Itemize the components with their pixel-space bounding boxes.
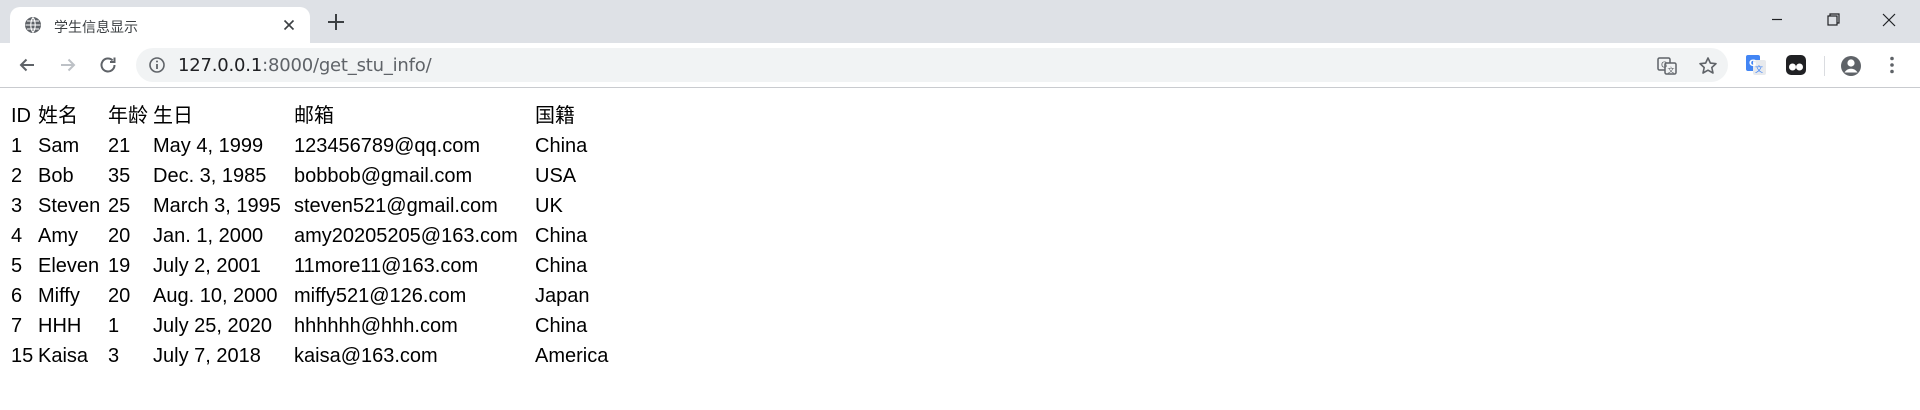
cell-email: amy20205205@163.com xyxy=(294,225,518,247)
cell-age: 1 xyxy=(108,315,120,337)
cell-id: 15 xyxy=(11,345,34,367)
table-row: 15 Kaisa 3 July 7, 2018 kaisa@163.com Am… xyxy=(11,341,635,371)
cell-nationality: China xyxy=(535,135,588,157)
cell-id: 7 xyxy=(11,315,23,337)
svg-text:G: G xyxy=(1661,61,1667,70)
page-content: ID 姓名 年龄 生日 邮箱 国籍 1 Sam 21 May 4, 1999 1… xyxy=(0,89,1920,410)
cell-name: Sam xyxy=(38,135,80,157)
url-text[interactable]: 127.0.0.1:8000/get_stu_info/ xyxy=(178,55,432,76)
cell-nationality: China xyxy=(535,315,588,337)
cell-id: 4 xyxy=(11,225,23,247)
cell-age: 3 xyxy=(108,345,120,367)
url-path: :8000/get_stu_info/ xyxy=(262,55,432,76)
cell-nationality: Japan xyxy=(535,285,590,307)
table-row: 5 Eleven 19 July 2, 2001 11more11@163.co… xyxy=(11,251,635,281)
svg-text:文: 文 xyxy=(1755,64,1763,74)
cell-birthday: May 4, 1999 xyxy=(153,135,264,157)
table-row: 2 Bob 35 Dec. 3, 1985 bobbob@gmail.com U… xyxy=(11,161,635,191)
cell-id: 3 xyxy=(11,195,23,217)
maximize-icon[interactable] xyxy=(1810,0,1856,40)
cell-age: 19 xyxy=(108,255,131,277)
tab-title: 学生信息显示 xyxy=(54,20,138,36)
close-icon[interactable] xyxy=(1866,0,1912,40)
menu-icon[interactable] xyxy=(1880,53,1904,77)
reload-icon[interactable] xyxy=(94,51,122,79)
cell-email: hhhhhh@hhh.com xyxy=(294,315,458,337)
cell-age: 35 xyxy=(108,165,131,187)
cell-email: kaisa@163.com xyxy=(294,345,438,367)
header-id: ID xyxy=(11,105,31,127)
cell-email: 123456789@qq.com xyxy=(294,135,480,157)
table-row: 6 Miffy 20 Aug. 10, 2000 miffy521@126.co… xyxy=(11,281,635,311)
cell-nationality: China xyxy=(535,255,588,277)
cell-email: miffy521@126.com xyxy=(294,285,467,307)
student-info-table: ID 姓名 年龄 生日 邮箱 国籍 1 Sam 21 May 4, 1999 1… xyxy=(11,101,635,371)
browser-tab[interactable]: 学生信息显示 xyxy=(10,7,310,43)
cell-nationality: USA xyxy=(535,165,577,187)
cell-birthday: Jan. 1, 2000 xyxy=(153,225,264,247)
table-header-row: ID 姓名 年龄 生日 邮箱 国籍 xyxy=(11,101,635,131)
cell-name: Steven xyxy=(38,195,101,217)
address-bar[interactable]: 127.0.0.1:8000/get_stu_info/ G 文 xyxy=(136,48,1728,82)
cell-age: 21 xyxy=(108,135,131,157)
table-row: 3 Steven 25 March 3, 1995 steven521@gmai… xyxy=(11,191,635,221)
header-email: 邮箱 xyxy=(294,105,334,127)
cell-id: 1 xyxy=(11,135,23,157)
cell-age: 20 xyxy=(108,225,131,247)
cell-name: Amy xyxy=(38,225,78,247)
toolbar-divider xyxy=(1824,56,1825,76)
cell-email: bobbob@gmail.com xyxy=(294,165,473,187)
header-nationality: 国籍 xyxy=(535,105,575,127)
info-icon[interactable] xyxy=(148,56,166,74)
table-row: 7 HHH 1 July 25, 2020 hhhhhh@hhh.com Chi… xyxy=(11,311,635,341)
table-row: 1 Sam 21 May 4, 1999 123456789@qq.com Ch… xyxy=(11,131,635,161)
back-arrow-icon[interactable] xyxy=(13,51,41,79)
globe-icon xyxy=(25,17,41,33)
tab-close-icon[interactable] xyxy=(280,16,298,34)
header-age: 年龄 xyxy=(108,105,148,127)
minimize-icon[interactable] xyxy=(1754,0,1800,40)
browser-toolbar: 127.0.0.1:8000/get_stu_info/ G 文 G 文 xyxy=(0,43,1920,88)
cell-name: Bob xyxy=(38,165,74,187)
cell-age: 20 xyxy=(108,285,131,307)
google-translate-extension-icon[interactable]: G 文 xyxy=(1744,53,1768,77)
table-row: 4 Amy 20 Jan. 1, 2000 amy20205205@163.co… xyxy=(11,221,635,251)
cell-birthday: Aug. 10, 2000 xyxy=(153,285,278,307)
cell-email: 11more11@163.com xyxy=(294,255,479,277)
profile-icon[interactable] xyxy=(1838,53,1864,79)
new-tab-icon[interactable] xyxy=(324,10,348,34)
header-name: 姓名 xyxy=(38,105,78,127)
star-icon[interactable] xyxy=(1697,55,1719,77)
tab-strip: 学生信息显示 xyxy=(0,0,1920,43)
cell-id: 5 xyxy=(11,255,23,277)
tampermonkey-extension-icon[interactable] xyxy=(1784,53,1808,77)
cell-birthday: July 2, 2001 xyxy=(153,255,261,277)
forward-arrow-icon[interactable] xyxy=(54,51,82,79)
cell-birthday: July 25, 2020 xyxy=(153,315,272,337)
cell-birthday: March 3, 1995 xyxy=(153,195,281,217)
cell-nationality: America xyxy=(535,345,609,367)
cell-nationality: China xyxy=(535,225,588,247)
url-host: 127.0.0.1 xyxy=(178,55,263,76)
cell-nationality: UK xyxy=(535,195,563,217)
cell-email: steven521@gmail.com xyxy=(294,195,498,217)
cell-birthday: July 7, 2018 xyxy=(153,345,261,367)
cell-id: 6 xyxy=(11,285,23,307)
translate-icon[interactable]: G 文 xyxy=(1656,55,1678,77)
cell-name: Miffy xyxy=(38,285,80,307)
cell-id: 2 xyxy=(11,165,23,187)
cell-name: HHH xyxy=(38,315,82,337)
cell-name: Kaisa xyxy=(38,345,89,367)
svg-text:文: 文 xyxy=(1668,66,1675,75)
cell-name: Eleven xyxy=(38,255,100,277)
cell-age: 25 xyxy=(108,195,131,217)
cell-birthday: Dec. 3, 1985 xyxy=(153,165,267,187)
header-birthday: 生日 xyxy=(153,105,193,127)
